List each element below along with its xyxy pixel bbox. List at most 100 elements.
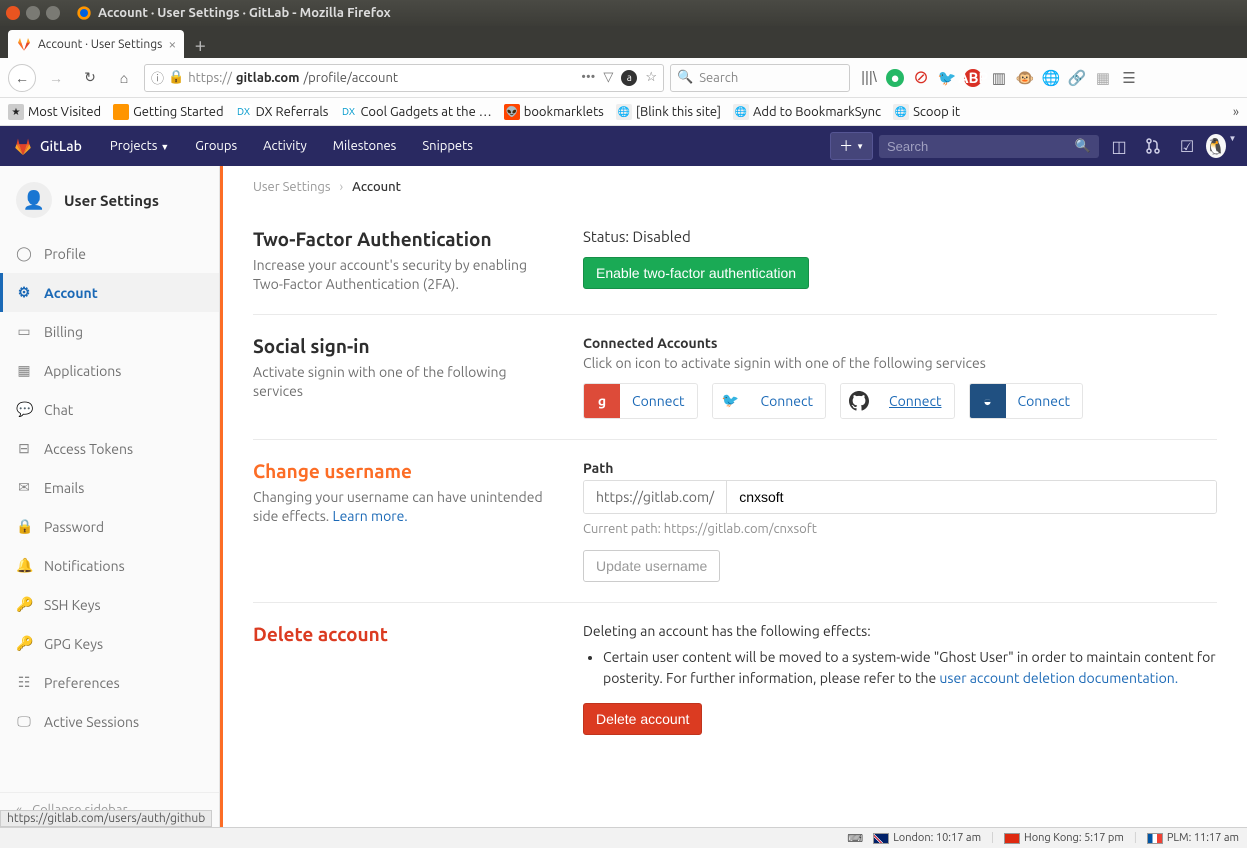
delete-account-desc: Deleting an account has the following ef… bbox=[583, 623, 1217, 639]
breadcrumb-root[interactable]: User Settings bbox=[253, 180, 331, 194]
username-prefix: https://gitlab.com/ bbox=[584, 481, 727, 513]
adblock-icon[interactable]: ABP bbox=[964, 69, 982, 87]
issues-icon[interactable]: ◫ bbox=[1105, 137, 1133, 156]
sidebar-item-password[interactable]: 🔒Password bbox=[0, 507, 219, 546]
key-icon: 🔑 bbox=[16, 635, 32, 652]
sidebar-item-applications[interactable]: ▦Applications bbox=[0, 351, 219, 390]
star-icon: ★ bbox=[8, 104, 24, 120]
current-path-note: Current path: https://gitlab.com/cnxsoft bbox=[583, 522, 1217, 536]
sidebar-item-access-tokens[interactable]: ⊟Access Tokens bbox=[0, 429, 219, 468]
avatar: 🐧 bbox=[1206, 134, 1226, 158]
merge-requests-icon[interactable] bbox=[1139, 138, 1167, 154]
browser-search-box[interactable]: 🔍 Search bbox=[670, 64, 850, 92]
pocket-icon[interactable]: ▽ bbox=[603, 70, 613, 86]
sidebar-item-profile[interactable]: ◯Profile bbox=[0, 234, 219, 273]
social-desc: Activate signin with one of the followin… bbox=[253, 363, 553, 401]
window-minimize-icon[interactable] bbox=[26, 6, 40, 20]
wechat-icon[interactable]: ● bbox=[886, 69, 904, 87]
sliders-icon: ☷ bbox=[16, 674, 32, 691]
site-info-icon[interactable]: ⓘ bbox=[151, 68, 164, 87]
nav-back-button[interactable]: ← bbox=[8, 64, 36, 92]
dx-icon: DX bbox=[236, 104, 252, 120]
bookmark-item[interactable]: DXCool Gadgets at the … bbox=[340, 104, 491, 120]
deletion-docs-link[interactable]: user account deletion documentation. bbox=[939, 670, 1178, 686]
gitlab-search-box[interactable]: 🔍 bbox=[879, 135, 1099, 158]
window-maximize-icon[interactable] bbox=[46, 6, 60, 20]
sidebar-header: 👤 User Settings bbox=[0, 166, 219, 234]
learn-more-link[interactable]: Learn more. bbox=[332, 508, 407, 524]
bookmarks-overflow-icon[interactable]: » bbox=[1233, 105, 1239, 119]
ellipsis-icon[interactable]: ••• bbox=[581, 70, 595, 86]
url-bar[interactable]: ⓘ 🔒 https://gitlab.com/profile/account •… bbox=[144, 64, 664, 92]
amazon-icon[interactable]: a bbox=[621, 70, 637, 86]
reader-icon[interactable]: ▥ bbox=[990, 69, 1008, 87]
star-bookmark-icon[interactable]: ☆ bbox=[645, 70, 657, 86]
delete-account-button[interactable]: Delete account bbox=[583, 703, 702, 735]
sidebar-item-chat[interactable]: 💬Chat bbox=[0, 390, 219, 429]
sidebar-item-active-sessions[interactable]: 🖵Active Sessions bbox=[0, 702, 219, 741]
tab-close-icon[interactable]: × bbox=[168, 36, 176, 52]
bookmark-item[interactable]: DXDX Referrals bbox=[236, 104, 329, 120]
window-close-icon[interactable] bbox=[6, 6, 20, 20]
nav-projects[interactable]: Projects▼ bbox=[100, 139, 179, 153]
sidebar-item-emails[interactable]: ✉Emails bbox=[0, 468, 219, 507]
library-icon[interactable]: |||\ bbox=[860, 69, 878, 87]
twitter-extension-icon[interactable]: 🐦 bbox=[938, 69, 956, 87]
user-menu[interactable]: 🐧▼ bbox=[1207, 134, 1235, 158]
connect-google-button[interactable]: gConnect bbox=[583, 383, 698, 419]
nav-forward-button[interactable]: → bbox=[42, 64, 70, 92]
menu-icon[interactable]: ☰ bbox=[1120, 69, 1138, 87]
globe-icon: 🌐 bbox=[893, 104, 909, 120]
firefox-icon bbox=[113, 104, 129, 120]
new-dropdown-button[interactable]: ＋▼ bbox=[830, 132, 873, 160]
link-icon[interactable]: 🔗 bbox=[1068, 69, 1086, 87]
gear-icon: ⚙ bbox=[16, 284, 32, 301]
nav-reload-button[interactable]: ↻ bbox=[76, 64, 104, 92]
bookmark-item[interactable]: 🌐Scoop it bbox=[893, 104, 960, 120]
connect-bitbucket-button[interactable]: ◒Connect bbox=[969, 383, 1084, 419]
todos-icon[interactable]: ☑ bbox=[1173, 137, 1201, 156]
bookmark-item[interactable]: 🌐[Blink this site] bbox=[616, 104, 721, 120]
flag-uk-icon bbox=[873, 833, 889, 844]
nav-home-button[interactable]: ⌂ bbox=[110, 64, 138, 92]
sidebar-item-preferences[interactable]: ☷Preferences bbox=[0, 663, 219, 702]
connect-twitter-button[interactable]: 🐦Connect bbox=[712, 383, 827, 419]
nav-activity[interactable]: Activity bbox=[253, 139, 317, 153]
gitlab-logo[interactable]: GitLab bbox=[12, 135, 82, 157]
enable-2fa-button[interactable]: Enable two-factor authentication bbox=[583, 257, 809, 289]
gitlab-search-input[interactable] bbox=[887, 139, 1075, 154]
gitlab-favicon-icon bbox=[16, 36, 32, 52]
nav-milestones[interactable]: Milestones bbox=[323, 139, 407, 153]
breadcrumb: User Settings › Account bbox=[253, 166, 1217, 208]
new-tab-button[interactable]: + bbox=[186, 30, 214, 58]
update-username-button[interactable]: Update username bbox=[583, 550, 720, 582]
browser-tab-active[interactable]: Account · User Settings × bbox=[8, 30, 184, 58]
change-username-desc: Changing your username can have unintend… bbox=[253, 488, 553, 526]
url-path: /profile/account bbox=[303, 71, 398, 85]
sidebar-item-notifications[interactable]: 🔔Notifications bbox=[0, 546, 219, 585]
change-username-heading: Change username bbox=[253, 460, 553, 482]
token-icon: ⊟ bbox=[16, 440, 32, 457]
nav-groups[interactable]: Groups bbox=[185, 139, 247, 153]
keyboard-icon[interactable]: ⌨ bbox=[847, 832, 863, 845]
monkey-icon[interactable]: 🐵 bbox=[1016, 69, 1034, 87]
two-factor-desc: Increase your account's security by enab… bbox=[253, 256, 553, 294]
shield-icon[interactable]: ▦ bbox=[1094, 69, 1112, 87]
connect-github-button[interactable]: Connect bbox=[840, 383, 955, 419]
nav-snippets[interactable]: Snippets bbox=[412, 139, 483, 153]
delete-account-heading: Delete account bbox=[253, 623, 553, 645]
globe-icon[interactable]: 🌐 bbox=[1042, 69, 1060, 87]
bookmark-item[interactable]: Getting Started bbox=[113, 104, 223, 120]
lock-icon: 🔒 bbox=[168, 70, 184, 85]
sidebar-item-gpg-keys[interactable]: 🔑GPG Keys bbox=[0, 624, 219, 663]
section-two-factor: Two-Factor Authentication Increase your … bbox=[253, 208, 1217, 315]
sidebar-item-account[interactable]: ⚙Account bbox=[0, 273, 219, 312]
bookmark-item[interactable]: ★Most Visited bbox=[8, 104, 101, 120]
search-placeholder: Search bbox=[699, 71, 738, 85]
bookmark-item[interactable]: 🌐Add to BookmarkSync bbox=[733, 104, 881, 120]
sidebar-item-ssh-keys[interactable]: 🔑SSH Keys bbox=[0, 585, 219, 624]
bookmark-item[interactable]: 👽bookmarklets bbox=[504, 104, 604, 120]
sidebar-item-billing[interactable]: ▭Billing bbox=[0, 312, 219, 351]
noscript-icon[interactable]: ⊘ bbox=[912, 69, 930, 87]
username-input[interactable] bbox=[727, 481, 1216, 513]
